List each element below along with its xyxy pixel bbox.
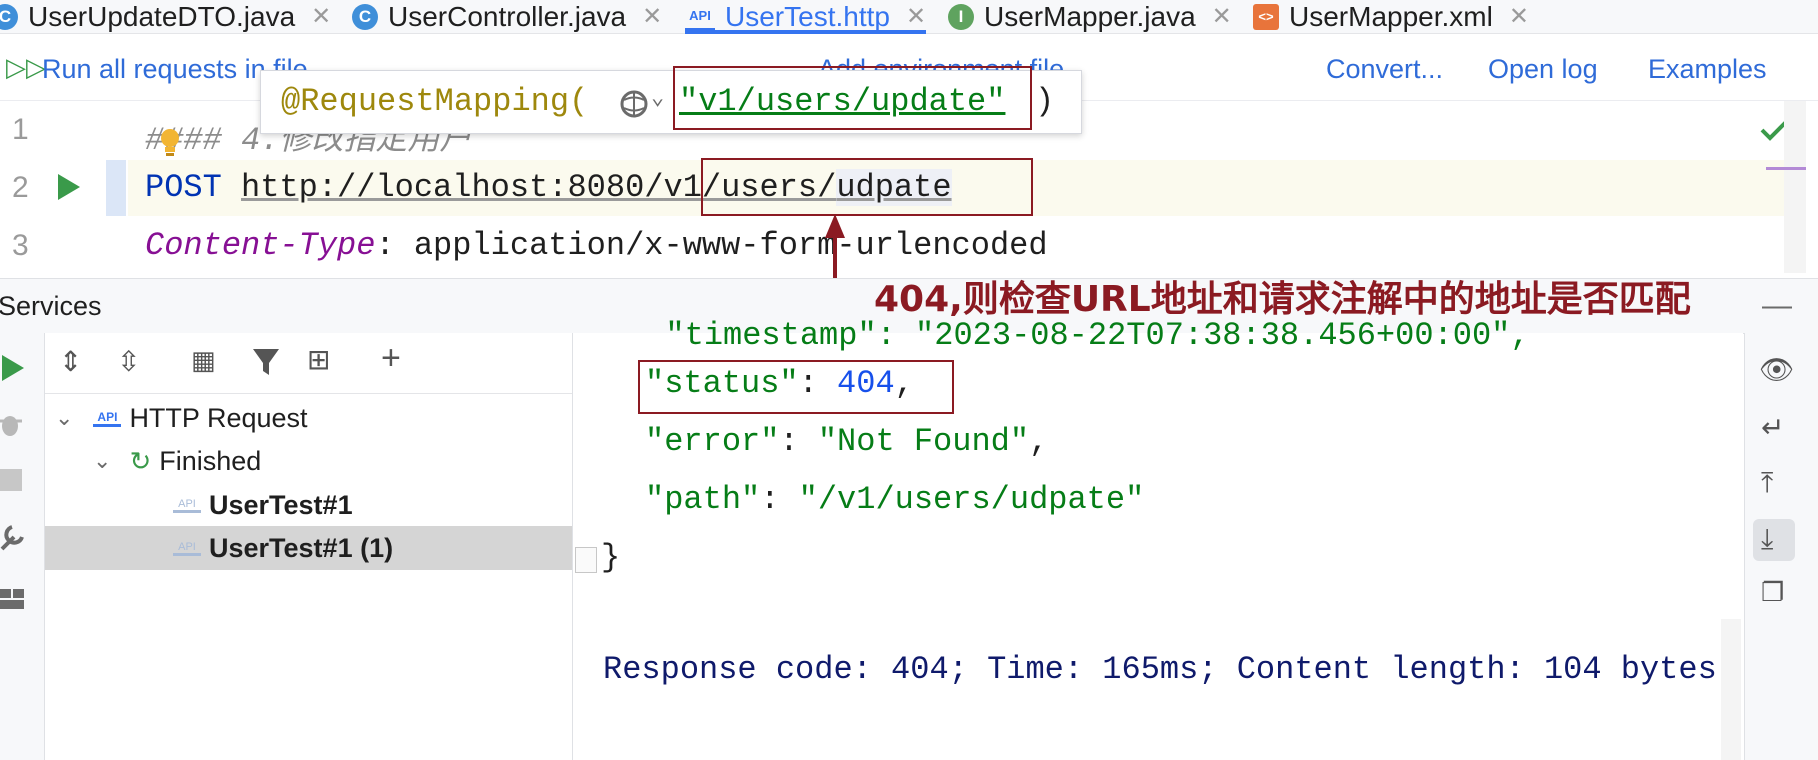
annotation-text: @RequestMapping( (281, 83, 589, 120)
close-icon[interactable]: ✕ (1509, 2, 1529, 31)
tree-root-http-request[interactable]: ⌄ API HTTP Request (45, 396, 572, 440)
tab-usermapper-java[interactable]: I UserMapper.java ✕ (948, 0, 1232, 33)
mapping-highlight-box (673, 66, 1032, 130)
error-line: "error": "Not Found", (645, 423, 1049, 460)
wrench-icon[interactable] (0, 523, 26, 553)
tree-item-usertest1[interactable]: API UserTest#1 (45, 483, 572, 527)
fold-marker (575, 547, 597, 573)
editor-tab-bar: C UserUpdateDTO.java ✕ C UserController.… (0, 0, 1818, 34)
api-file-icon: API (173, 498, 201, 513)
scroll-to-top-icon[interactable]: ⤒ (1761, 467, 1773, 500)
lightbulb-icon[interactable] (158, 127, 182, 159)
interface-icon: I (948, 3, 974, 30)
tab-userupdatedto[interactable]: C UserUpdateDTO.java ✕ (0, 0, 331, 33)
close-icon[interactable]: ✕ (642, 2, 662, 31)
tab-usermapper-xml[interactable]: <> UserMapper.xml ✕ (1253, 0, 1529, 33)
filter-icon[interactable] (251, 347, 285, 379)
run-icon[interactable] (0, 353, 26, 383)
new-tab-icon[interactable]: ⊞ (307, 343, 330, 376)
layout-icon[interactable] (0, 587, 26, 611)
annotation-note: 404,则检查URL地址和请求注解中的地址是否匹配 (874, 279, 1691, 320)
expand-all-icon[interactable]: ⇕ (59, 345, 82, 378)
response-summary: Response code: 404; Time: 165ms; Content… (603, 651, 1717, 688)
open-log-button[interactable]: Open log (1488, 54, 1598, 85)
services-tree-panel: ⇕ ⇳ ▦ ⊞ + ⌄ API HTTP Request ⌄ ↻ Finishe… (45, 333, 573, 760)
run-all-icon[interactable]: ▷▷ (6, 52, 46, 83)
header-line: Content-Type: application/x-www-form-url… (145, 227, 1048, 264)
close-icon[interactable]: ✕ (906, 2, 926, 31)
services-side-toolbar (0, 333, 45, 760)
editor-gutter: 1 2 3 (0, 101, 128, 273)
tab-usercontroller[interactable]: C UserController.java ✕ (352, 0, 662, 33)
path-line: "path": "/v1/users/udpate" (645, 481, 1145, 518)
copy-icon[interactable]: ❐ (1761, 577, 1784, 608)
response-side-toolbar: 👁 ↵ ⤒ ⤓ ❐ (1744, 333, 1818, 760)
scroll-marker (1766, 167, 1806, 170)
fold-marker (106, 160, 126, 216)
api-file-icon: API (173, 541, 201, 556)
api-file-icon: API (685, 2, 715, 31)
chevron-down-icon[interactable]: ⌄ (93, 448, 111, 474)
chevron-down-icon[interactable]: ⌄ (651, 85, 664, 111)
soft-wrap-icon[interactable]: ↵ (1761, 411, 1784, 444)
http-method: POST (145, 169, 222, 206)
class-icon: C (352, 3, 378, 30)
stop-icon[interactable] (0, 469, 22, 491)
debug-icon[interactable] (0, 409, 24, 439)
close-brace: } (601, 539, 621, 576)
tree-item-usertest1-1[interactable]: API UserTest#1 (1) (45, 526, 572, 570)
line-number: 3 (12, 229, 29, 262)
globe-icon[interactable] (619, 89, 649, 119)
tree-toolbar: ⇕ ⇳ ▦ ⊞ + (45, 333, 572, 394)
timestamp-line: "timestamp": "2023-08-22T07:38:38.456+00… (627, 317, 1530, 354)
class-icon: C (0, 3, 18, 30)
chevron-down-icon[interactable]: ⌄ (55, 405, 73, 431)
tab-usertest-http[interactable]: API UserTest.http ✕ (685, 0, 927, 34)
api-file-icon: API (93, 410, 122, 427)
close-icon[interactable]: ✕ (1212, 2, 1232, 31)
add-icon[interactable]: + (381, 339, 401, 378)
scroll-to-end-icon: ⤓ (1761, 523, 1774, 554)
refresh-icon: ↻ (129, 445, 152, 476)
minimize-icon[interactable]: — (1762, 289, 1792, 323)
examples-button[interactable]: Examples (1648, 54, 1767, 85)
scroll-to-end-toggle[interactable]: ⤓ (1753, 519, 1795, 561)
editor-scrollbar[interactable] (1784, 101, 1806, 273)
line-number: 2 (12, 171, 29, 204)
url-highlight-box (701, 158, 1033, 216)
status-highlight-box (638, 360, 954, 414)
services-title: Services (0, 291, 102, 321)
response-scrollbar[interactable] (1721, 619, 1741, 760)
line-number: 1 (12, 113, 29, 146)
group-by-icon[interactable]: ▦ (191, 345, 216, 376)
convert-button[interactable]: Convert... (1326, 54, 1443, 85)
eye-icon[interactable]: 👁 (1759, 353, 1795, 386)
close-icon[interactable]: ✕ (311, 2, 331, 31)
run-request-icon[interactable] (56, 172, 82, 202)
xml-file-icon: <> (1253, 3, 1279, 30)
collapse-all-icon[interactable]: ⇳ (117, 345, 140, 378)
tree-group-finished[interactable]: ⌄ ↻ Finished (45, 439, 572, 483)
